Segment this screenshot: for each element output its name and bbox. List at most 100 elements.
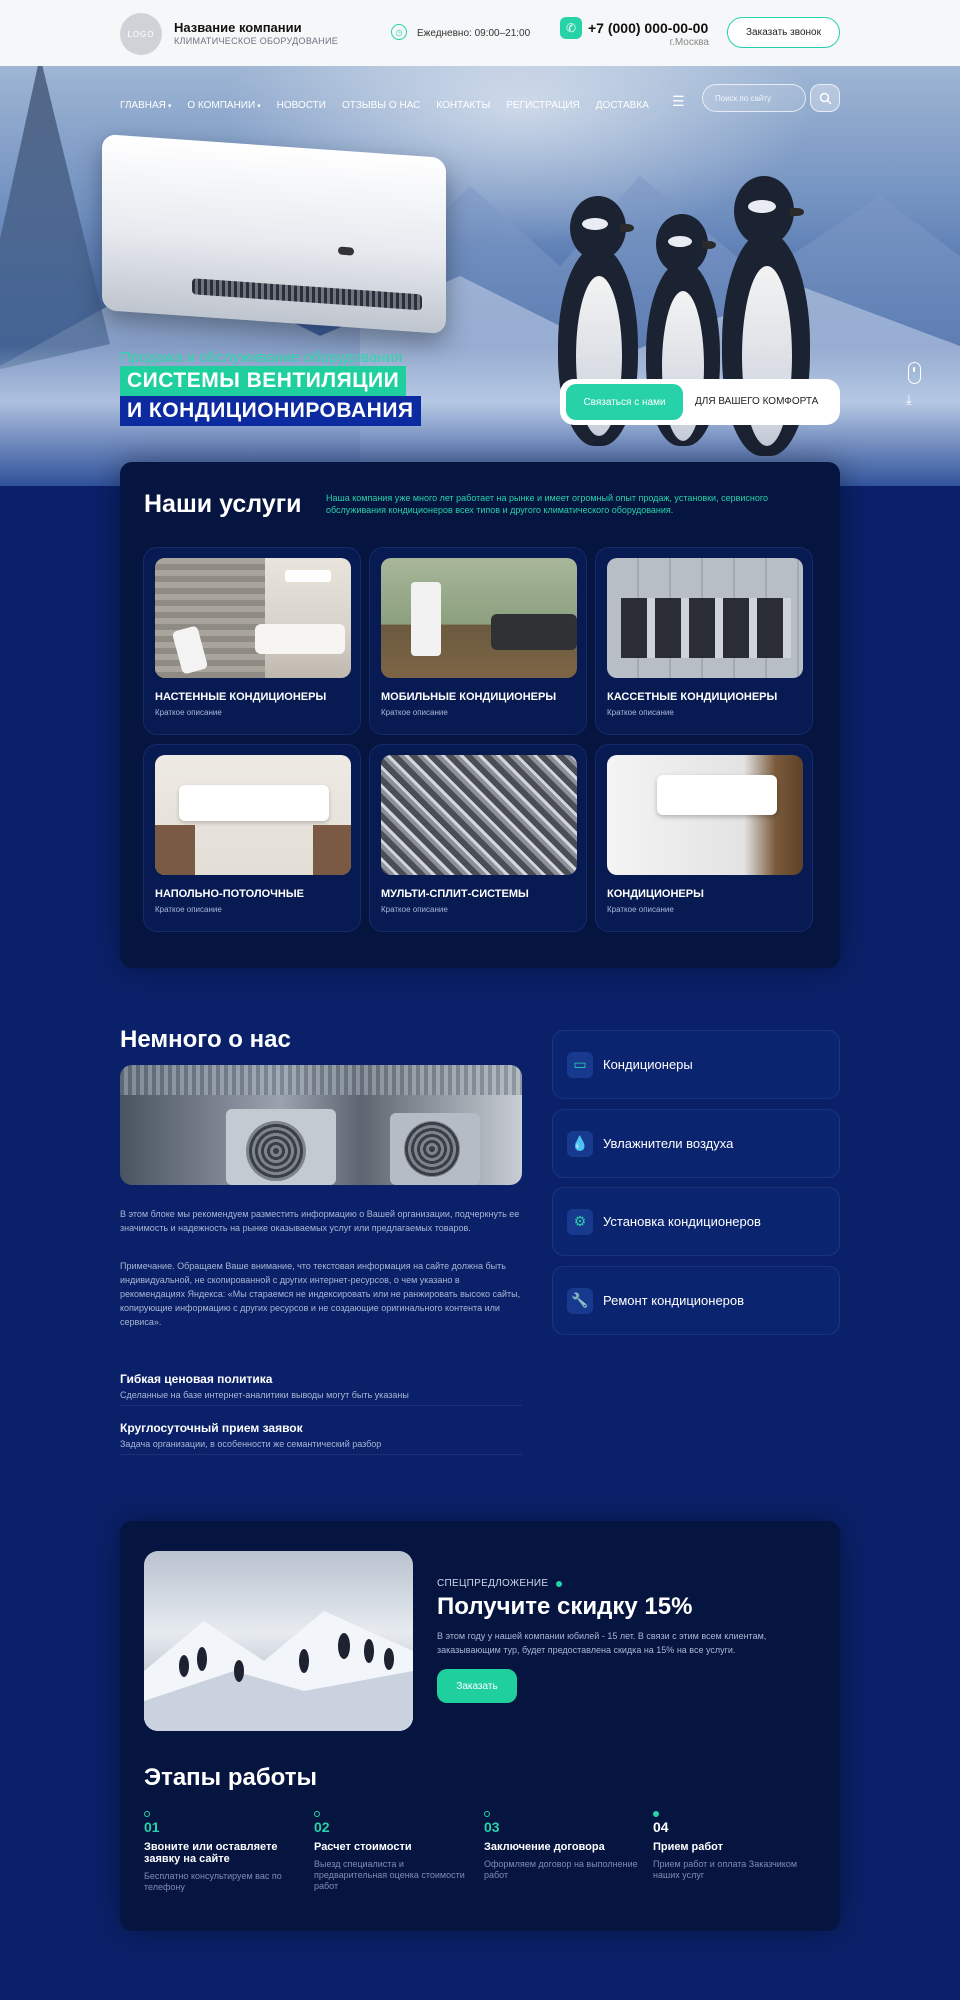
service-card[interactable]: КАССЕТНЫЕ КОНДИЦИОНЕРЫ Краткое описание <box>595 547 813 735</box>
service-image <box>607 558 803 678</box>
service-card[interactable]: НАСТЕННЫЕ КОНДИЦИОНЕРЫ Краткое описание <box>143 547 361 735</box>
about-note: Примечание. Обращаем Ваше внимание, что … <box>120 1261 521 1327</box>
step-item: 04 Прием работ Прием работ и оплата Зака… <box>653 1811 813 1881</box>
service-title: МУЛЬТИ-СПЛИТ-СИСТЕМЫ <box>381 888 529 900</box>
service-title: МОБИЛЬНЫЕ КОНДИЦИОНЕРЫ <box>381 691 557 703</box>
feature-item: Гибкая ценовая политика Сделанные на баз… <box>120 1372 522 1406</box>
clock-icon: ◷ <box>391 24 407 40</box>
hero-title-line2: И КОНДИЦИОНИРОВАНИЯ <box>120 396 421 426</box>
promo-title: Получите скидку 15% <box>437 1593 693 1620</box>
feature-title: Гибкая ценовая политика <box>120 1372 273 1386</box>
step-subtitle: Бесплатно консультируем вас по телефону <box>144 1871 282 1892</box>
step-subtitle: Выезд специалиста и предварительная оцен… <box>314 1859 465 1891</box>
step-item: 03 Заключение договора Оформляем договор… <box>484 1811 644 1881</box>
service-subtitle: Краткое описание <box>607 708 674 717</box>
services-section: Наши услуги Наша компания уже много лет … <box>120 462 840 968</box>
feature-item: Круглосуточный прием заявок Задача орган… <box>120 1421 522 1455</box>
menu-icon[interactable]: ☰ <box>672 93 685 110</box>
nav-item-reviews[interactable]: ОТЗЫВЫ О НАС <box>342 100 420 111</box>
mouse-scroll-icon <box>908 362 921 384</box>
about-paragraph: В этом блоке мы рекомендуем разместить и… <box>120 1209 520 1233</box>
hero-banner: ГЛАВНАЯ О КОМПАНИИ НОВОСТИ ОТЗЫВЫ О НАС … <box>0 66 960 486</box>
category-label: Кондиционеры <box>603 1057 693 1072</box>
service-card[interactable]: МУЛЬТИ-СПЛИТ-СИСТЕМЫ Краткое описание <box>369 744 587 932</box>
service-image <box>155 755 351 875</box>
nav-item-home[interactable]: ГЛАВНАЯ <box>120 100 171 111</box>
step-title: Прием работ <box>653 1841 724 1853</box>
promo-kicker: СПЕЦПРЕДЛОЖЕНИЕ <box>437 1578 549 1589</box>
services-description: Наша компания уже много лет работает на … <box>326 493 768 515</box>
service-subtitle: Краткое описание <box>381 905 448 914</box>
category-installation[interactable]: ⚙ Установка кондиционеров <box>552 1187 840 1256</box>
city-label: г.Москва <box>669 37 709 48</box>
category-label: Увлажнители воздуха <box>603 1136 734 1151</box>
service-title: НАПОЛЬНО-ПОТОЛОЧНЫЕ <box>155 888 304 900</box>
category-repair[interactable]: 🔧 Ремонт кондиционеров <box>552 1266 840 1335</box>
feature-subtitle: Задача организации, в особенности же сем… <box>120 1439 382 1449</box>
nav-item-delivery[interactable]: ДОСТАВКА <box>596 100 649 111</box>
feature-subtitle: Сделанные на базе интернет-аналитики выв… <box>120 1390 409 1400</box>
hero-kicker: Продажа и обслуживание оборудования <box>120 349 403 366</box>
order-button[interactable]: Заказать <box>437 1669 517 1703</box>
step-title: Расчет стоимости <box>314 1841 412 1853</box>
services-title: Наши услуги <box>144 490 302 518</box>
ac-vent <box>192 278 422 311</box>
company-subtitle: КЛИМАТИЧЕСКОЕ ОБОРУДОВАНИЕ <box>174 36 339 46</box>
ac-brand-mark <box>338 246 354 256</box>
hero-title-line1: СИСТЕМЫ ВЕНТИЛЯЦИИ <box>120 366 407 396</box>
arrow-down-icon[interactable]: ⤓ <box>906 392 912 408</box>
steps-title: Этапы работы <box>144 1764 317 1791</box>
service-title: КАССЕТНЫЕ КОНДИЦИОНЕРЫ <box>607 691 778 703</box>
search-input[interactable] <box>702 84 806 112</box>
repair-icon: 🔧 <box>567 1287 593 1314</box>
step-number: 02 <box>314 1819 330 1835</box>
phone-icon: ✆ <box>560 17 582 39</box>
feature-title: Круглосуточный прием заявок <box>120 1421 303 1435</box>
humidifier-icon: 💧 <box>567 1130 593 1157</box>
service-title: КОНДИЦИОНЕРЫ <box>607 888 704 900</box>
logo[interactable]: LOGO <box>120 13 162 55</box>
installation-icon: ⚙ <box>567 1208 593 1235</box>
air-conditioner-icon: ▭ <box>567 1051 593 1078</box>
promo-section: СПЕЦПРЕДЛОЖЕНИЕ Получите скидку 15% В эт… <box>120 1521 840 1931</box>
hero-cta-box: Связаться с нами ДЛЯ ВАШЕГО КОМФОРТА <box>560 379 840 425</box>
category-humidifiers[interactable]: 💧 Увлажнители воздуха <box>552 1109 840 1178</box>
step-subtitle: Оформляем договор на выполнение работ <box>484 1859 638 1880</box>
step-dot <box>484 1811 490 1817</box>
category-label: Ремонт кондиционеров <box>603 1293 745 1308</box>
step-dot <box>314 1811 320 1817</box>
step-dot <box>653 1811 659 1817</box>
promo-dot <box>556 1581 562 1587</box>
service-card[interactable]: МОБИЛЬНЫЕ КОНДИЦИОНЕРЫ Краткое описание <box>369 547 587 735</box>
air-conditioner-illustration <box>102 133 446 335</box>
step-number: 03 <box>484 1819 500 1835</box>
service-subtitle: Краткое описание <box>607 905 674 914</box>
service-card[interactable]: НАПОЛЬНО-ПОТОЛОЧНЫЕ Краткое описание <box>143 744 361 932</box>
service-image <box>381 558 577 678</box>
service-title: НАСТЕННЫЕ КОНДИЦИОНЕРЫ <box>155 691 327 703</box>
nav-item-registration[interactable]: РЕГИСТРАЦИЯ <box>506 100 579 111</box>
phone-number[interactable]: +7 (000) 000-00-00 <box>588 20 708 36</box>
step-number: 01 <box>144 1819 160 1835</box>
service-image <box>155 558 351 678</box>
step-title: Звоните или оставляете заявку на сайте <box>144 1841 278 1865</box>
step-item: 02 Расчет стоимости Выезд специалиста и … <box>314 1811 474 1892</box>
category-air-conditioners[interactable]: ▭ Кондиционеры <box>552 1030 840 1099</box>
search-button[interactable] <box>810 84 840 112</box>
working-hours: Ежедневно: 09:00–21:00 <box>417 28 531 39</box>
nav-item-news[interactable]: НОВОСТИ <box>277 100 326 111</box>
service-card[interactable]: КОНДИЦИОНЕРЫ Краткое описание <box>595 744 813 932</box>
step-dot <box>144 1811 150 1817</box>
nav-item-about[interactable]: О КОМПАНИИ <box>187 100 260 111</box>
nav-item-contacts[interactable]: КОНТАКТЫ <box>436 100 490 111</box>
penguins-on-ice-illustration <box>144 1611 413 1731</box>
step-number: 04 <box>653 1819 669 1835</box>
step-item: 01 Звоните или оставляете заявку на сайт… <box>144 1811 304 1893</box>
contact-us-button[interactable]: Связаться с нами <box>566 384 683 420</box>
promo-text: В этом году у нашей компании юбилей - 15… <box>437 1631 767 1655</box>
about-image <box>120 1065 522 1185</box>
callback-button[interactable]: Заказать звонок <box>727 17 840 48</box>
step-subtitle: Прием работ и оплата Заказчиком наших ус… <box>653 1859 798 1880</box>
search-icon <box>819 92 832 105</box>
top-bar: LOGO Название компании КЛИМАТИЧЕСКОЕ ОБО… <box>0 0 960 66</box>
